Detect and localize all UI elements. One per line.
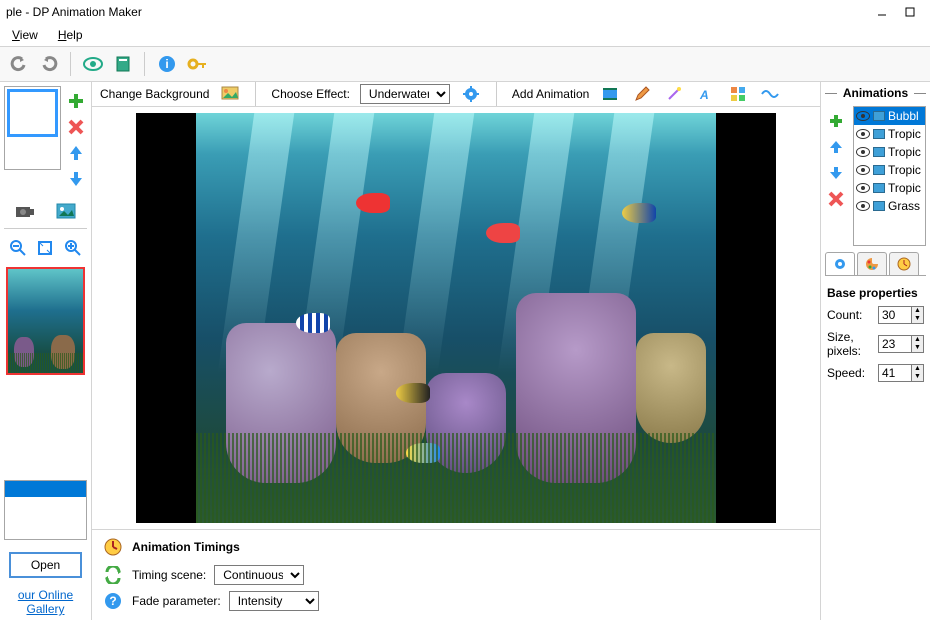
open-button[interactable]: Open <box>9 552 82 578</box>
move-down-icon[interactable] <box>65 168 87 190</box>
picture-icon[interactable] <box>55 200 77 222</box>
animations-title: Animations <box>825 86 926 100</box>
effect-select[interactable]: Underwater <box>360 84 450 104</box>
tab-settings[interactable] <box>825 252 855 275</box>
main-toolbar: i <box>0 46 930 82</box>
delete-page-icon[interactable] <box>65 116 87 138</box>
visibility-icon[interactable] <box>856 165 870 175</box>
film-icon[interactable] <box>599 83 621 105</box>
fade-parameter-select[interactable]: Intensity <box>229 591 319 611</box>
add-animation-icon[interactable] <box>825 110 847 132</box>
animation-item[interactable]: Tropic <box>854 125 925 143</box>
tab-timing[interactable] <box>889 252 919 275</box>
wand-icon[interactable] <box>663 83 685 105</box>
change-background-label[interactable]: Change Background <box>100 87 209 101</box>
fade-parameter-label: Fade parameter: <box>132 594 221 608</box>
key-button[interactable] <box>184 51 210 77</box>
size-label: Size, pixels: <box>827 330 874 358</box>
add-animation-label[interactable]: Add Animation <box>512 87 589 101</box>
speed-input[interactable]: ▲▼ <box>878 364 924 382</box>
tab-palette[interactable] <box>857 252 887 275</box>
change-background-icon[interactable] <box>219 83 241 105</box>
menubar: View Help <box>0 24 930 46</box>
svg-text:A: A <box>699 88 709 102</box>
delete-animation-icon[interactable] <box>825 188 847 210</box>
window-title: ple - DP Animation Maker <box>6 5 142 19</box>
animation-item[interactable]: Bubbl <box>854 107 925 125</box>
pencil-icon[interactable] <box>631 83 653 105</box>
titlebar: ple - DP Animation Maker <box>0 0 930 24</box>
animation-item[interactable]: Tropic <box>854 161 925 179</box>
count-label: Count: <box>827 308 862 322</box>
timings-title: Animation Timings <box>132 540 240 554</box>
scene <box>196 113 716 523</box>
preview-button[interactable] <box>80 51 106 77</box>
layer-icon <box>873 165 885 175</box>
visibility-icon[interactable] <box>856 183 870 193</box>
undo-button[interactable] <box>6 51 32 77</box>
speed-label: Speed: <box>827 366 865 380</box>
base-properties-panel: Base properties Count: ▲▼ Size, pixels: … <box>825 282 926 392</box>
help-icon: ? <box>102 590 124 612</box>
size-input[interactable]: ▲▼ <box>878 335 924 353</box>
page-thumbnail[interactable] <box>7 89 58 137</box>
center-area: Change Background Choose Effect: Underwa… <box>92 82 820 620</box>
zoom-out-icon[interactable] <box>7 237 29 259</box>
zoom-in-icon[interactable] <box>62 237 84 259</box>
gallery-item[interactable] <box>5 481 86 497</box>
property-tabs <box>825 252 926 276</box>
camera-icon[interactable] <box>14 200 36 222</box>
maximize-button[interactable] <box>904 6 916 18</box>
count-input[interactable]: ▲▼ <box>878 306 924 324</box>
svg-text:i: i <box>165 57 168 71</box>
timing-scene-select[interactable]: Continuous <box>214 565 304 585</box>
animation-item[interactable]: Tropic <box>854 179 925 197</box>
minimize-button[interactable] <box>876 6 888 18</box>
layer-icon <box>873 129 885 139</box>
visibility-icon[interactable] <box>856 129 870 139</box>
effect-settings-icon[interactable] <box>460 83 482 105</box>
anim-down-icon[interactable] <box>825 162 847 184</box>
canvas[interactable] <box>136 113 776 523</box>
layer-icon <box>873 201 885 211</box>
layer-icon <box>873 111 885 121</box>
redo-button[interactable] <box>36 51 62 77</box>
timing-scene-label: Timing scene: <box>132 568 206 582</box>
menu-help[interactable]: Help <box>54 26 87 44</box>
right-sidebar: Animations Bubbl Tropic Tropic Tropic Tr… <box>820 82 930 620</box>
options-toolbar: Change Background Choose Effect: Underwa… <box>92 82 820 107</box>
wave-icon[interactable] <box>759 83 781 105</box>
zoom-fit-icon[interactable] <box>34 237 56 259</box>
animation-timings-panel: Animation Timings Timing scene: Continuo… <box>92 529 820 620</box>
clock-icon <box>102 536 124 558</box>
move-up-icon[interactable] <box>65 142 87 164</box>
layer-icon <box>873 147 885 157</box>
left-sidebar: Open our Online Gallery <box>0 82 92 620</box>
menu-view[interactable]: View <box>8 26 42 44</box>
animation-item[interactable]: Grass <box>854 197 925 215</box>
gallery-list[interactable] <box>4 480 87 540</box>
visibility-icon[interactable] <box>856 201 870 211</box>
visibility-icon[interactable] <box>856 147 870 157</box>
anim-up-icon[interactable] <box>825 136 847 158</box>
grid-icon[interactable] <box>727 83 749 105</box>
text-icon[interactable]: A <box>695 83 717 105</box>
animation-item[interactable]: Tropic <box>854 143 925 161</box>
svg-text:?: ? <box>109 594 116 608</box>
choose-effect-label: Choose Effect: <box>271 87 350 101</box>
layer-icon <box>873 183 885 193</box>
visibility-icon[interactable] <box>856 111 870 121</box>
pages-panel[interactable] <box>4 86 61 170</box>
online-gallery-link[interactable]: our Online Gallery <box>4 588 87 616</box>
scene-preview[interactable] <box>6 267 85 375</box>
cycle-icon <box>102 564 124 586</box>
book-button[interactable] <box>110 51 136 77</box>
animations-list[interactable]: Bubbl Tropic Tropic Tropic Tropic Grass <box>853 106 926 246</box>
base-properties-title: Base properties <box>827 286 924 300</box>
add-page-icon[interactable] <box>65 90 87 112</box>
info-button[interactable]: i <box>154 51 180 77</box>
